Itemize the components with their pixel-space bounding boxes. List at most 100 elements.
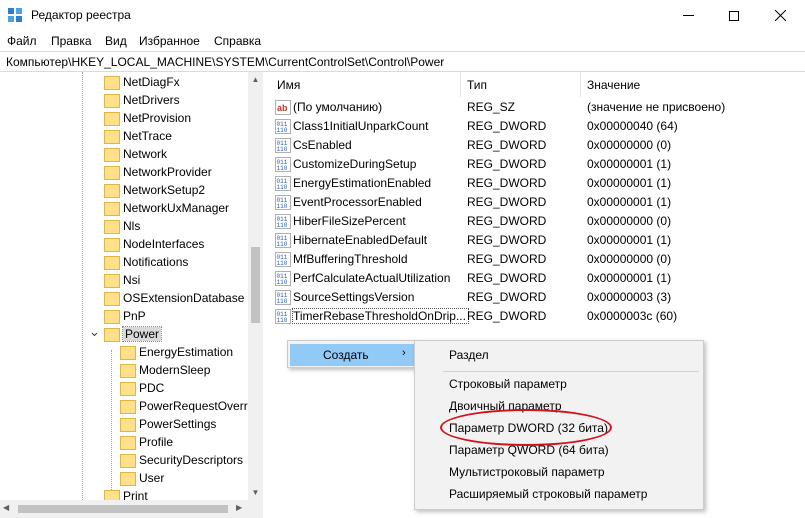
submenu-item-expand-string[interactable]: Расширяемый строковый параметр	[417, 483, 701, 505]
tree-item[interactable]: PnP	[103, 307, 146, 325]
folder-icon	[103, 309, 120, 324]
tree-item[interactable]: ModernSleep	[119, 361, 210, 379]
column-header-value[interactable]: Значение	[581, 72, 805, 97]
scroll-up-icon[interactable]: ▲	[248, 72, 263, 87]
folder-icon	[103, 219, 120, 234]
tree-item[interactable]: Nsi	[103, 271, 140, 289]
registry-value-row[interactable]: 011 110 HiberFileSizePercent REG_DWORD 0x000…	[268, 212, 805, 231]
folder-icon	[103, 183, 120, 198]
tree-item-label: NetworkUxManager	[123, 201, 230, 215]
tree-item[interactable]: NodeInterfaces	[103, 235, 204, 253]
tree-item[interactable]: Network	[103, 145, 167, 163]
submenu-item-key[interactable]: Раздел	[417, 344, 701, 366]
menu-help[interactable]: Справка	[214, 34, 261, 48]
folder-icon	[103, 147, 120, 162]
registry-value-row[interactable]: 011 110 HibernateEnabledDefault REG_DWORD 0x…	[268, 231, 805, 250]
submenu-item-label: Расширяемый строковый параметр	[449, 487, 648, 501]
column-header-name[interactable]: Имя	[268, 72, 461, 97]
submenu-item-label: Строковый параметр	[449, 377, 567, 391]
submenu-item-multi-string[interactable]: Мультистроковый параметр	[417, 461, 701, 483]
menu-edit[interactable]: Правка	[51, 34, 92, 48]
submenu-item-string[interactable]: Строковый параметр	[417, 373, 701, 395]
scroll-down-icon[interactable]: ▼	[248, 485, 263, 500]
binary-value-icon: 011110	[275, 271, 291, 286]
tree-item-label: PowerSettings	[139, 417, 217, 431]
tree-item[interactable]: NetworkUxManager	[103, 199, 229, 217]
value-name: HibernateEnabledDefault	[293, 233, 428, 247]
folder-icon	[119, 399, 136, 414]
tree-item[interactable]: Power	[103, 325, 163, 343]
chevron-down-icon[interactable]: ⌄	[89, 325, 100, 338]
folder-icon	[119, 363, 136, 378]
minimize-button[interactable]	[665, 0, 711, 31]
scroll-thumb[interactable]	[251, 247, 260, 323]
tree-item[interactable]: NetTrace	[103, 127, 172, 145]
value-data: 0x0000003c (60)	[587, 309, 678, 323]
tree-item[interactable]: PowerRequestOverri	[119, 397, 250, 415]
value-type: REG_SZ	[467, 100, 516, 114]
tree-vertical-scrollbar[interactable]: ▲ ▼	[248, 72, 263, 518]
string-value-icon: ab	[275, 100, 291, 115]
scroll-left-icon[interactable]: ◀	[3, 503, 9, 512]
tree-item[interactable]: NetProvision	[103, 109, 191, 127]
tree-item[interactable]: NetworkProvider	[103, 163, 212, 181]
registry-value-row[interactable]: 011 110 EventProcessorEnabled REG_DWORD 0x00…	[268, 193, 805, 212]
tree-item[interactable]: PDC	[119, 379, 164, 397]
value-name: Class1InitialUnparkCount	[293, 119, 429, 133]
tree-pane[interactable]: NetDiagFx NetDrivers NetProvision NetTrace N…	[0, 72, 263, 518]
registry-value-row[interactable]: 011 110 PerfCalculateActualUtilization REG_…	[268, 269, 805, 288]
folder-icon	[103, 129, 120, 144]
svg-text:110: 110	[277, 146, 288, 153]
tree-horizontal-scrollbar[interactable]: ◀ ▶	[0, 500, 263, 518]
registry-value-row[interactable]: ab (По умолчанию) REG_SZ (значение не присв…	[268, 98, 805, 117]
value-data: (значение не присвоено)	[587, 100, 726, 114]
tree-item[interactable]: User	[119, 469, 164, 487]
menu-bar: Файл Правка Вид Избранное Справка	[0, 31, 805, 51]
menu-favorites[interactable]: Избранное	[139, 34, 200, 48]
registry-value-row[interactable]: 011 110 SourceSettingsVersion REG_DWORD 0x00…	[268, 288, 805, 307]
address-bar[interactable]: Компьютер\HKEY_LOCAL_MACHINE\SYSTEM\Curr…	[0, 51, 805, 72]
tree-item[interactable]: PowerSettings	[119, 415, 216, 433]
title-bar: Редактор реестра	[0, 0, 805, 31]
tree-item-label: Network	[123, 147, 168, 161]
tree-item[interactable]: SecurityDescriptors	[119, 451, 243, 469]
column-header-type[interactable]: Тип	[461, 72, 581, 97]
value-type: REG_DWORD	[467, 252, 547, 266]
scroll-thumb[interactable]	[18, 505, 228, 513]
tree-item-label: NetDrivers	[123, 93, 180, 107]
menu-file[interactable]: Файл	[7, 34, 37, 48]
registry-value-row[interactable]: 011 110 MfBufferingThreshold REG_DWORD 0x000…	[268, 250, 805, 269]
close-button[interactable]	[757, 0, 803, 31]
registry-value-row[interactable]: 011 110 EnergyEstimationEnabled REG_DWORD 0x…	[268, 174, 805, 193]
value-name: CsEnabled	[293, 138, 352, 152]
tree-item[interactable]: NetDrivers	[103, 91, 180, 109]
submenu-item-label: Параметр QWORD (64 бита)	[449, 443, 609, 457]
scroll-right-icon[interactable]: ▶	[236, 503, 242, 512]
tree-item[interactable]: OSExtensionDatabase	[103, 289, 244, 307]
menu-item-create[interactable]: Создать ›	[290, 344, 414, 366]
submenu-item-dword[interactable]: Параметр DWORD (32 бита)	[417, 417, 701, 439]
column-type-label: Тип	[467, 77, 488, 92]
tree-item[interactable]: NetDiagFx	[103, 73, 180, 91]
tree-item[interactable]: NetworkSetup2	[103, 181, 205, 199]
maximize-button[interactable]	[711, 0, 757, 31]
tree-item[interactable]: Notifications	[103, 253, 188, 271]
regedit-icon	[8, 8, 22, 22]
tree-item[interactable]: EnergyEstimation	[119, 343, 233, 361]
value-type: REG_DWORD	[467, 157, 547, 171]
submenu-item-qword[interactable]: Параметр QWORD (64 бита)	[417, 439, 701, 461]
value-name: EnergyEstimationEnabled	[293, 176, 432, 190]
tree-item[interactable]: Nls	[103, 217, 140, 235]
registry-value-row[interactable]: 011 110 CsEnabled REG_DWORD 0x00000000 (0)	[268, 136, 805, 155]
address-path[interactable]: Компьютер\HKEY_LOCAL_MACHINE\SYSTEM\Curr…	[6, 55, 444, 69]
value-data: 0x00000040 (64)	[587, 119, 678, 133]
tree-item[interactable]: Profile	[119, 433, 173, 451]
registry-value-row[interactable]: 011 110 TimerRebaseThresholdOnDrip... REG_D…	[268, 307, 805, 326]
tree-item-label: Profile	[139, 435, 174, 449]
folder-icon	[103, 273, 120, 288]
registry-value-row[interactable]: 011 110 CustomizeDuringSetup REG_DWORD 0x000…	[268, 155, 805, 174]
menu-view[interactable]: Вид	[105, 34, 127, 48]
submenu-item-binary[interactable]: Двоичный параметр	[417, 395, 701, 417]
registry-value-row[interactable]: 011 110 Class1InitialUnparkCount REG_DWORD 0…	[268, 117, 805, 136]
folder-icon	[103, 111, 120, 126]
